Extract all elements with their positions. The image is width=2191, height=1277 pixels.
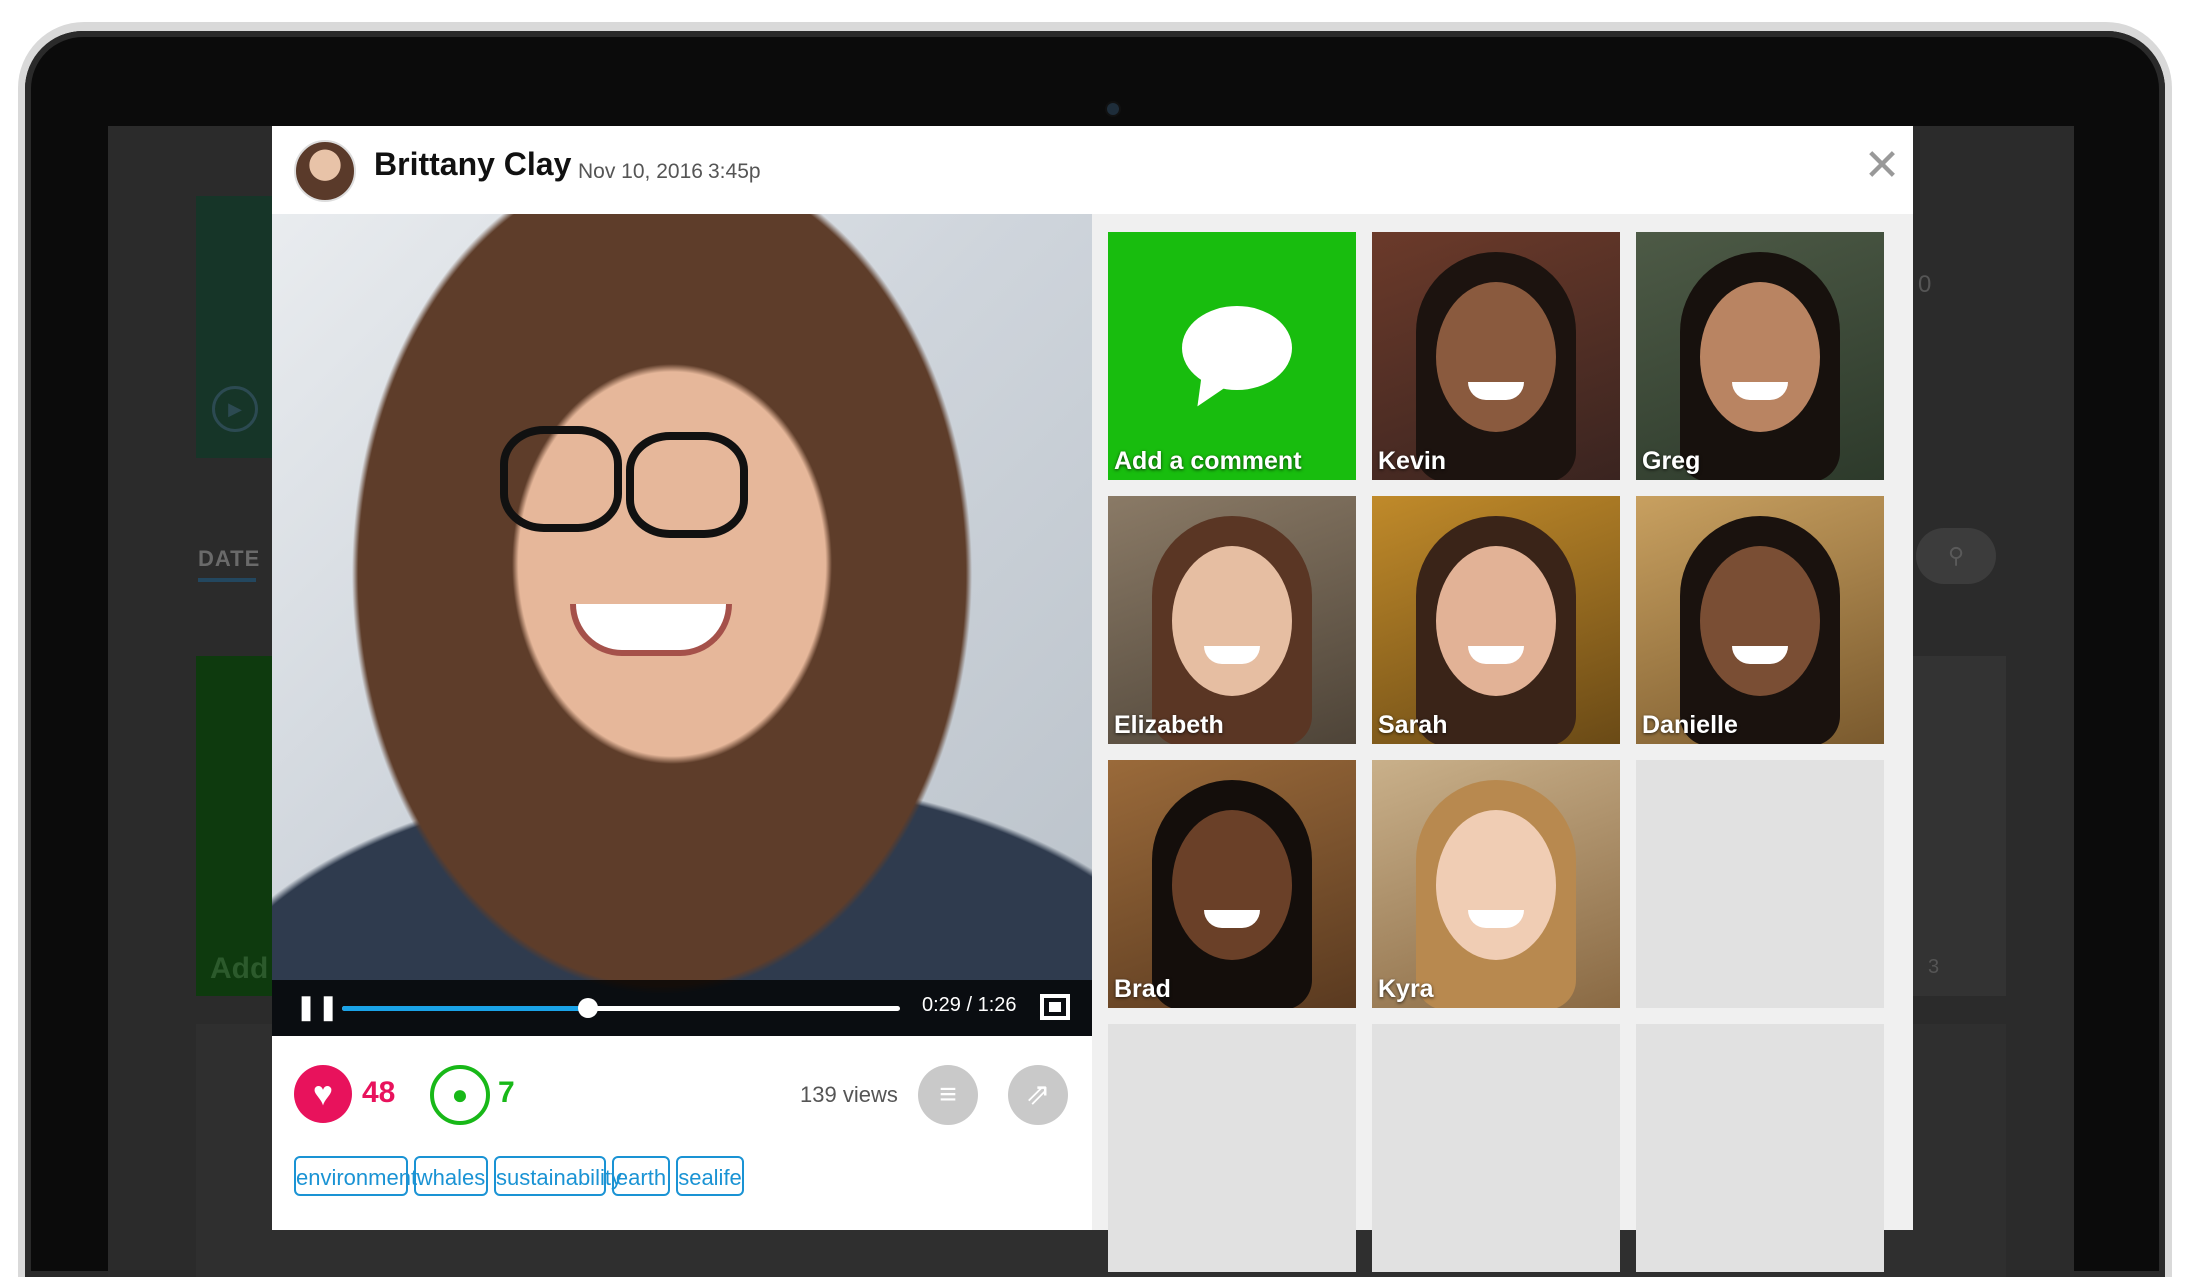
empty-tile — [1636, 760, 1884, 1008]
background-search-icon: ⚲ — [1916, 528, 1996, 584]
add-comment-tile[interactable]: Add a comment — [1108, 232, 1356, 480]
video-frame-detail — [570, 604, 732, 656]
fullscreen-icon[interactable] — [1040, 994, 1070, 1020]
background-add-text: Add — [210, 952, 269, 985]
response-tile-brad[interactable]: Brad — [1108, 760, 1356, 1008]
video-timecode: 0:29 / 1:26 — [922, 994, 1017, 1016]
tag-environment[interactable]: environment — [294, 1156, 417, 1196]
like-count: 48 — [362, 1076, 396, 1109]
response-author: Kyra — [1378, 975, 1434, 1003]
seek-bar[interactable] — [342, 998, 900, 1018]
response-tile-elizabeth[interactable]: Elizabeth — [1108, 496, 1356, 744]
video-player[interactable]: ❚❚ 0:29 / 1:26 — [272, 214, 1092, 1036]
post-modal: Brittany Clay Nov 10, 2016 3:45p ✕ ❚❚ 0:… — [272, 126, 1913, 1272]
view-count: 139 views — [800, 1082, 898, 1107]
response-grid: Add a comment Kevin Greg Elizabeth Sarah… — [1092, 214, 1913, 1272]
response-tile-greg[interactable]: Greg — [1636, 232, 1884, 480]
post-date: Nov 10, 2016 — [578, 160, 703, 183]
pause-icon[interactable]: ❚❚ — [296, 994, 338, 1022]
heart-icon[interactable]: ♥ — [294, 1065, 352, 1123]
thumbnail-detail — [1436, 546, 1556, 696]
tag-whales[interactable]: whales — [414, 1156, 488, 1196]
comment-count: 7 — [498, 1076, 515, 1109]
post-time: 3:45p — [708, 160, 761, 183]
background-play-icon: ▶ — [212, 386, 258, 432]
video-frame-detail — [500, 426, 622, 532]
thumbnail-detail — [1172, 810, 1292, 960]
thumbnail-detail — [1172, 546, 1292, 696]
thumbnail-detail — [1700, 282, 1820, 432]
thumbnail-detail — [1436, 282, 1556, 432]
response-author: Kevin — [1378, 447, 1447, 475]
close-icon[interactable]: ✕ — [1862, 144, 1902, 188]
response-tile-sarah[interactable]: Sarah — [1372, 496, 1620, 744]
add-comment-label: Add a comment — [1114, 447, 1302, 475]
response-tile-danielle[interactable]: Danielle — [1636, 496, 1884, 744]
response-author: Danielle — [1642, 711, 1738, 739]
author-name[interactable]: Brittany Clay — [374, 146, 571, 183]
camera-icon — [1107, 103, 1119, 115]
response-author: Brad — [1114, 975, 1171, 1003]
share-icon[interactable]: ⇗ — [1008, 1065, 1068, 1125]
response-author: Greg — [1642, 447, 1701, 475]
seek-handle[interactable] — [577, 998, 598, 1018]
background-tab-underline — [198, 578, 256, 582]
response-author: Sarah — [1378, 711, 1448, 739]
empty-tile — [1636, 1024, 1884, 1272]
background-date-tab: DATE — [198, 546, 261, 571]
empty-tile — [1372, 1024, 1620, 1272]
thumbnail-detail — [1700, 546, 1820, 696]
response-tile-kyra[interactable]: Kyra — [1372, 760, 1620, 1008]
tag-sealife[interactable]: sealife — [676, 1156, 744, 1196]
video-frame-detail — [626, 432, 748, 538]
empty-tile — [1108, 1024, 1356, 1272]
post-header: Brittany Clay Nov 10, 2016 3:45p ✕ — [272, 126, 1913, 214]
background-comment-count: 3 — [1928, 956, 1940, 978]
thumbnail-detail — [1436, 810, 1556, 960]
video-controls: ❚❚ 0:29 / 1:26 — [272, 980, 1092, 1036]
response-author: Elizabeth — [1114, 711, 1224, 739]
author-avatar[interactable] — [294, 140, 356, 202]
tag-earth[interactable]: earth — [612, 1156, 670, 1196]
comment-bubble-icon[interactable]: ● — [430, 1065, 490, 1125]
response-tile-kevin[interactable]: Kevin — [1372, 232, 1620, 480]
background-count: 0 — [1918, 271, 1932, 298]
seek-progress — [342, 1006, 588, 1011]
tag-sustainability[interactable]: sustainability — [494, 1156, 622, 1196]
post-stats: ♥ 48 ● 7 139 views ≡ ⇗ environment whale… — [272, 1036, 1092, 1230]
document-icon[interactable]: ≡ — [918, 1065, 978, 1125]
